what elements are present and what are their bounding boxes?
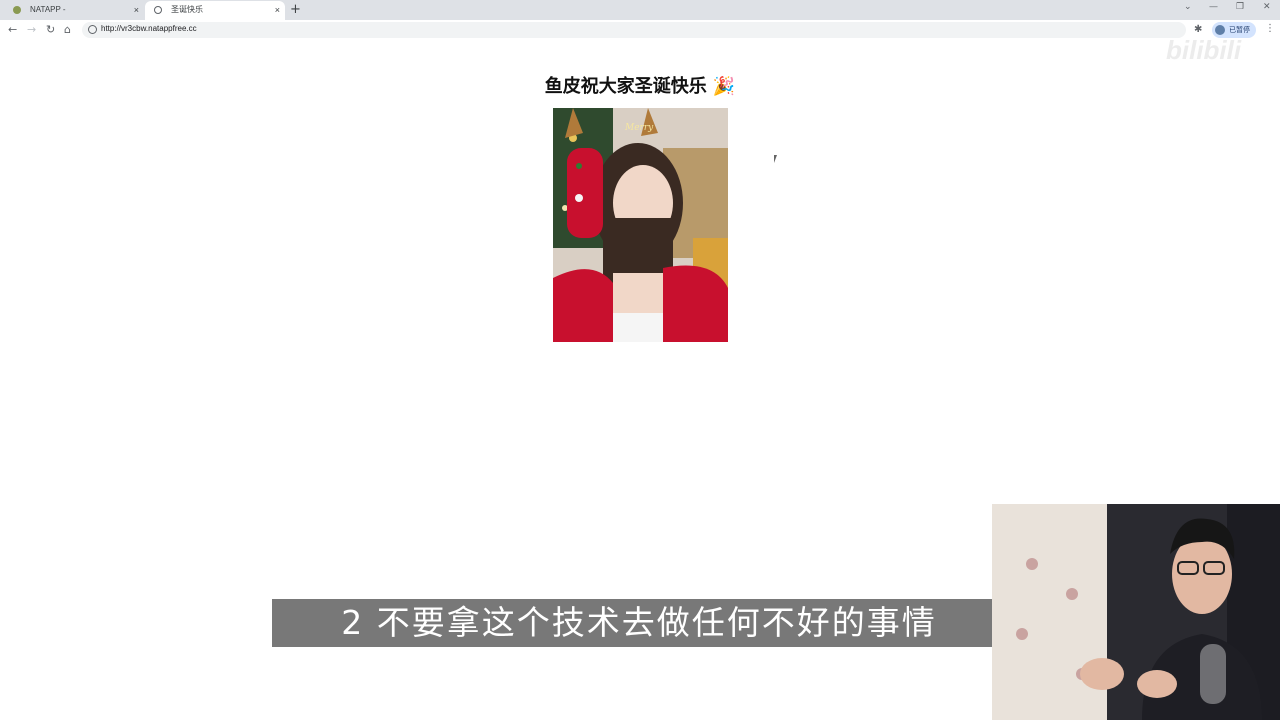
tab-label: 圣诞快乐: [171, 5, 203, 14]
close-tab-icon[interactable]: ×: [275, 1, 280, 19]
mouse-cursor-icon: [774, 155, 781, 163]
minimize-button[interactable]: —: [1209, 2, 1218, 12]
close-tab-icon[interactable]: ×: [134, 1, 139, 19]
profile-label: 已暂停: [1229, 26, 1250, 34]
maximize-button[interactable]: ❐: [1236, 2, 1244, 12]
tab-label: NATAPP -: [30, 5, 66, 14]
site-info-icon[interactable]: [88, 25, 97, 34]
reload-icon[interactable]: ↻: [46, 22, 55, 38]
more-menu-icon[interactable]: ⋮: [1265, 23, 1275, 34]
natapp-favicon-icon: [13, 6, 21, 14]
forward-arrow-icon[interactable]: →: [27, 22, 36, 38]
extensions-icon[interactable]: ✱: [1194, 24, 1202, 35]
webcam-overlay: [992, 504, 1280, 720]
home-icon[interactable]: ⌂: [64, 22, 71, 38]
browser-tabstrip: NATAPP - × 圣诞快乐 × + ⌄ — ❐ ✕: [0, 0, 1280, 20]
photo-headband-text: Merry: [624, 123, 654, 133]
url-text[interactable]: http://vr3cbw.natappfree.cc: [101, 24, 197, 33]
avatar-icon: [1215, 25, 1225, 35]
close-window-button[interactable]: ✕: [1263, 2, 1271, 12]
tab-natapp[interactable]: NATAPP - ×: [4, 1, 144, 20]
tab-christmas[interactable]: 圣诞快乐 ×: [145, 1, 285, 20]
party-popper-icon: 🎉: [712, 76, 736, 97]
page-title: 鱼皮祝大家圣诞快乐 🎉: [0, 72, 1280, 98]
tab-search-icon[interactable]: ⌄: [1184, 2, 1192, 12]
bilibili-watermark: bilibili: [1166, 35, 1242, 65]
video-subtitle: 2 不要拿这个技术去做任何不好的事情: [272, 599, 1006, 647]
christmas-photo: Merry: [553, 108, 728, 342]
globe-favicon-icon: [154, 6, 162, 14]
back-arrow-icon[interactable]: ←: [8, 22, 17, 38]
page-title-text: 鱼皮祝大家圣诞快乐: [544, 76, 707, 97]
address-bar[interactable]: http://vr3cbw.natappfree.cc: [82, 22, 1186, 38]
new-tab-button[interactable]: +: [290, 1, 301, 18]
